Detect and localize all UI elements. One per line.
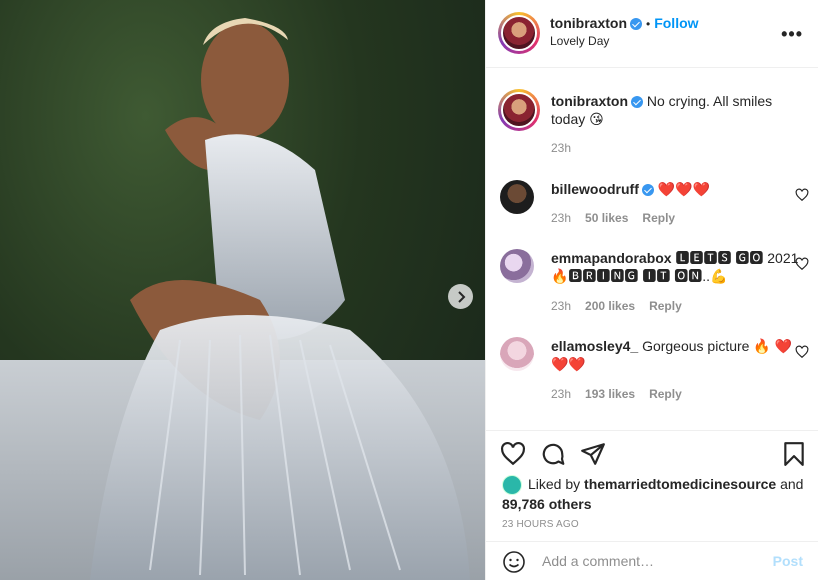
add-comment-bar: Post xyxy=(486,541,818,580)
commenter-avatar[interactable] xyxy=(500,249,534,283)
likes-count[interactable]: 89,786 others xyxy=(502,496,592,512)
like-comment-icon[interactable] xyxy=(795,257,809,271)
author-avatar[interactable] xyxy=(498,12,540,54)
comment-body: ellamosley4_ Gorgeous picture 🔥 ❤️❤️❤️ xyxy=(551,337,809,373)
post-comment-button[interactable]: Post xyxy=(773,553,803,569)
follow-button[interactable]: Follow xyxy=(654,15,698,31)
bookmark-icon[interactable] xyxy=(781,441,807,467)
liked-prefix: Liked by xyxy=(528,476,581,492)
liked-by: Liked by themarriedtomedicinesource and … xyxy=(502,475,803,513)
comment-time: 23h xyxy=(551,387,572,401)
like-comment-icon[interactable] xyxy=(795,188,809,202)
comment-time: 23h xyxy=(551,141,572,155)
caption-body: tonibraxton No crying. All smiles today … xyxy=(551,92,809,128)
comment-input[interactable] xyxy=(542,553,762,569)
chevron-right-icon xyxy=(457,290,465,303)
comment-time: 23h xyxy=(551,299,572,313)
verified-icon xyxy=(630,18,642,31)
comment-username[interactable]: billewoodruff xyxy=(551,181,639,197)
liked-and: and xyxy=(780,476,804,492)
commenter-avatar[interactable] xyxy=(500,337,534,371)
photo-figure xyxy=(90,18,470,580)
comment-username[interactable]: emmapandorabox xyxy=(551,250,672,266)
separator-dot: • xyxy=(646,17,651,31)
author-line: tonibraxton • Follow xyxy=(550,15,699,31)
comment-body: billewoodruff ❤️❤️❤️ xyxy=(551,180,809,198)
comment-text: ❤️❤️❤️ xyxy=(657,181,711,197)
comment-username[interactable]: tonibraxton xyxy=(551,93,628,109)
comment-body: emmapandorabox 🅻🅴🆃🆂 🅶🅾 2021🔥🅱🆁🅸🅽🅶 🅸🆃 🅾🅽.… xyxy=(551,249,809,285)
comment-meta: 23h 50 likes Reply xyxy=(551,211,675,225)
comment-meta: 23h 200 likes Reply xyxy=(551,299,682,313)
heart-icon[interactable] xyxy=(500,441,526,467)
comment-time: 23h xyxy=(551,211,572,225)
comments-list[interactable]: tonibraxton No crying. All smiles today … xyxy=(486,69,818,431)
verified-icon xyxy=(641,184,654,197)
verified-icon xyxy=(631,96,643,109)
liker-avatar[interactable] xyxy=(502,475,522,496)
reply-button[interactable]: Reply xyxy=(649,299,682,313)
caption-avatar[interactable] xyxy=(498,89,540,131)
post-timestamp[interactable]: 23 HOURS AGO xyxy=(502,519,579,530)
comment-likes[interactable]: 200 likes xyxy=(585,299,635,313)
more-icon[interactable]: ••• xyxy=(781,24,803,45)
commenter-avatar[interactable] xyxy=(500,180,534,214)
reply-button[interactable]: Reply xyxy=(649,387,682,401)
reply-button[interactable]: Reply xyxy=(642,211,675,225)
like-comment-icon[interactable] xyxy=(795,345,809,359)
emoji-icon[interactable] xyxy=(502,550,526,574)
post-location[interactable]: Lovely Day xyxy=(550,34,609,48)
author-username[interactable]: tonibraxton xyxy=(550,15,627,31)
comment-likes[interactable]: 193 likes xyxy=(585,387,635,401)
comment-username[interactable]: ellamosley4_ xyxy=(551,338,638,354)
comment-meta: 23h 193 likes Reply xyxy=(551,387,682,401)
share-icon[interactable] xyxy=(580,441,606,467)
post-photo[interactable] xyxy=(0,0,485,580)
comment-icon[interactable] xyxy=(540,441,566,467)
comment-likes[interactable]: 50 likes xyxy=(585,211,628,225)
next-photo-button[interactable] xyxy=(448,284,473,309)
post-header: tonibraxton • Follow Lovely Day ••• xyxy=(486,0,818,68)
liker-username[interactable]: themarriedtomedicinesource xyxy=(584,476,776,492)
post-panel: tonibraxton • Follow Lovely Day ••• tonibr… xyxy=(485,0,818,580)
post-actions: Liked by themarriedtomedicinesource and … xyxy=(486,430,818,542)
